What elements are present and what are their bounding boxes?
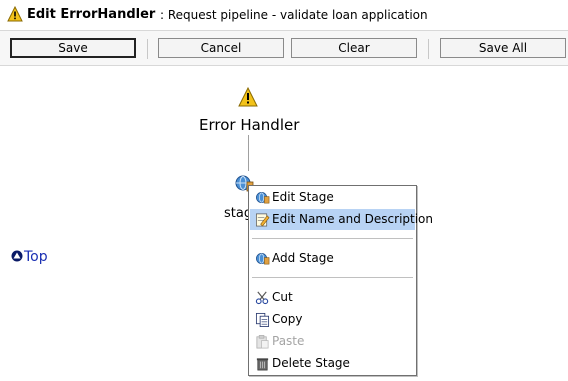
- warning-icon: [7, 6, 23, 22]
- error-handler-label: Error Handler: [199, 116, 300, 134]
- page-title: Edit ErrorHandler: [27, 7, 156, 22]
- trash-icon: [256, 358, 269, 371]
- menu-separator: [252, 277, 413, 278]
- copy-icon: [255, 312, 270, 327]
- menu-item-label: Cut: [272, 290, 293, 304]
- menu-item-label: Paste: [272, 334, 305, 348]
- scissors-icon: [255, 291, 269, 305]
- paste-icon: [256, 335, 269, 349]
- menu-item-label: Edit Name and Description: [272, 212, 434, 226]
- up-arrow-icon: [11, 250, 23, 262]
- top-link-label[interactable]: Top: [24, 249, 48, 265]
- edit-note-icon: [256, 213, 270, 227]
- menu-item-label: Add Stage: [272, 251, 334, 265]
- page-subtitle: : Request pipeline - validate loan appli…: [160, 8, 428, 22]
- stage-icon: [256, 191, 270, 204]
- menu-item-copy[interactable]: Copy: [250, 309, 415, 330]
- menu-item-edit-stage[interactable]: Edit Stage: [250, 187, 415, 208]
- add-stage-icon: [256, 252, 270, 265]
- save-button[interactable]: Save: [10, 38, 136, 58]
- error-handler-icon[interactable]: [238, 87, 258, 107]
- menu-separator: [252, 238, 413, 239]
- menu-item-delete-stage[interactable]: Delete Stage: [250, 353, 415, 374]
- page-header: Edit ErrorHandler : Request pipeline - v…: [0, 0, 568, 30]
- menu-item-cut[interactable]: Cut: [250, 287, 415, 308]
- top-link[interactable]: Top: [11, 249, 48, 265]
- menu-item-label: Edit Stage: [272, 190, 334, 204]
- menu-item-add-stage[interactable]: Add Stage: [250, 248, 415, 269]
- toolbar: Save Cancel Clear Save All: [0, 30, 568, 66]
- context-menu: Edit Stage Edit Name and Description Add…: [248, 185, 433, 376]
- menu-item-paste: Paste: [250, 331, 415, 352]
- cancel-button[interactable]: Cancel: [158, 38, 284, 58]
- toolbar-divider: [147, 39, 148, 59]
- menu-item-label: Delete Stage: [272, 356, 350, 370]
- save-all-button[interactable]: Save All: [440, 38, 566, 58]
- connector-line: [248, 135, 249, 171]
- menu-item-edit-name-description[interactable]: Edit Name and Description: [250, 209, 433, 230]
- clear-button[interactable]: Clear: [291, 38, 417, 58]
- menu-item-label: Copy: [272, 312, 303, 326]
- toolbar-divider: [428, 39, 429, 59]
